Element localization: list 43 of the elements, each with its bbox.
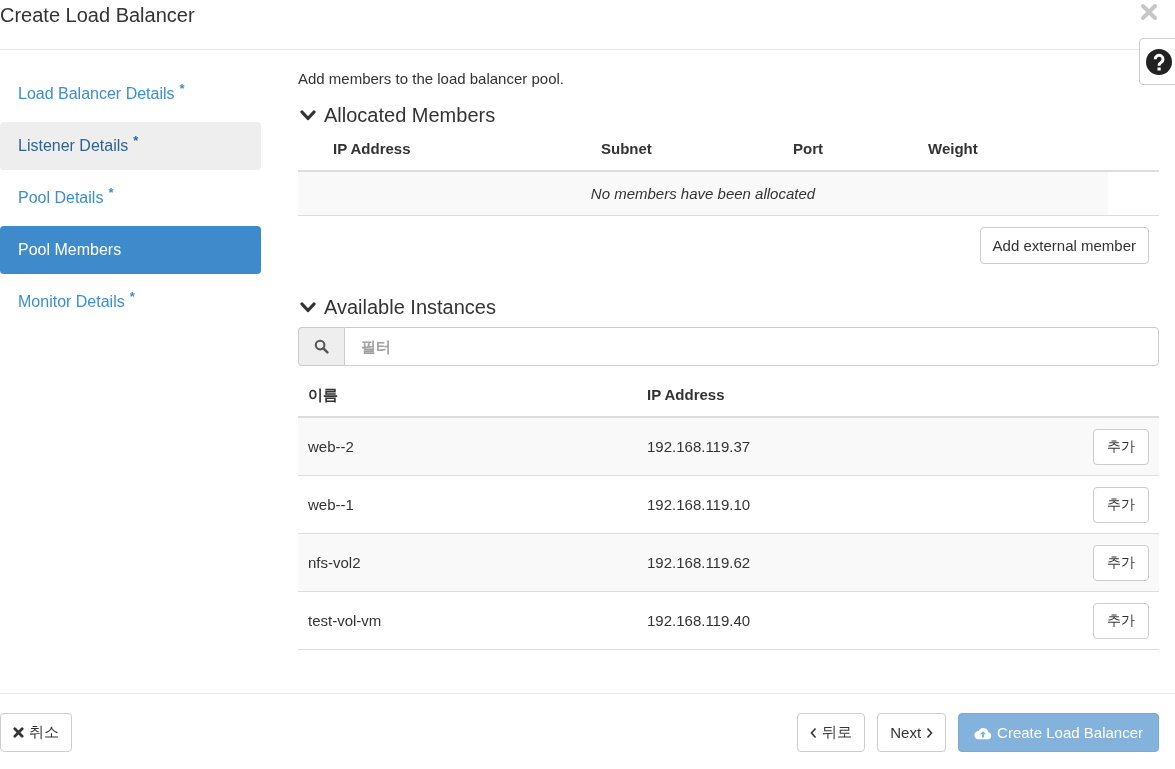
back-button[interactable]: 뒤로 (797, 713, 866, 752)
sidebar-item[interactable]: Listener Details $^{*}$ (0, 122, 261, 170)
x-icon (13, 727, 24, 738)
empty-message: No members have been allocated (298, 172, 1108, 215)
table-cell-text: 192.168.119.40 (646, 612, 752, 629)
add-button[interactable]: 추가 (1093, 544, 1149, 581)
filter-field[interactable]: 필터 (344, 327, 1159, 366)
table-cell-text: 192.168.119.37 (646, 438, 752, 455)
chevron-left-icon (810, 726, 818, 739)
table-cell-text: test-vol-vm (307, 612, 383, 629)
cancel-button[interactable]: 취소 (0, 713, 72, 752)
chevron-down-icon[interactable] (300, 109, 316, 121)
search-icon (314, 339, 329, 354)
add-button[interactable]: 추가 (1093, 602, 1149, 639)
column-header: IP Address (646, 386, 726, 404)
add-external-member-button[interactable]: Add external member (979, 227, 1149, 264)
table-cell-text: 192.168.119.62 (646, 554, 752, 571)
cloud-upload-icon (974, 725, 993, 740)
chevron-right-icon (926, 726, 934, 739)
table-cell-text: nfs-vol2 (307, 554, 362, 571)
dialog-title: Create Load Balancer (0, 4, 195, 26)
column-header: IP Address (332, 140, 412, 158)
intro-text: Add members to the load balancer pool. (298, 70, 564, 88)
help-icon (1146, 48, 1172, 75)
sidebar-item[interactable]: Monitor Details $^{*}$ (0, 278, 261, 326)
add-button[interactable]: 추가 (1093, 428, 1149, 465)
sidebar-item[interactable]: Load Balancer Details $^{*}$ (0, 70, 261, 118)
next-button[interactable]: Next (877, 713, 947, 752)
section-heading[interactable]: Allocated Members (298, 104, 496, 126)
close-icon (1140, 3, 1158, 21)
section-heading[interactable]: Available Instances (298, 296, 496, 318)
column-header: Port (792, 140, 824, 158)
help-button[interactable] (1139, 38, 1175, 85)
sidebar-item[interactable]: Pool Details $^{*}$ (0, 174, 261, 222)
table-cell-text: web--2 (307, 438, 355, 455)
add-button[interactable]: 추가 (1093, 486, 1149, 523)
column-header: Weight (927, 140, 979, 158)
table-cell-text: 192.168.119.10 (646, 496, 752, 513)
column-header: Subnet (600, 140, 653, 158)
column-header: 이름 (307, 386, 339, 404)
chevron-down-icon[interactable] (300, 301, 316, 313)
table-cell-text: web--1 (307, 496, 355, 513)
sidebar-item[interactable]: Pool Members (0, 226, 261, 274)
